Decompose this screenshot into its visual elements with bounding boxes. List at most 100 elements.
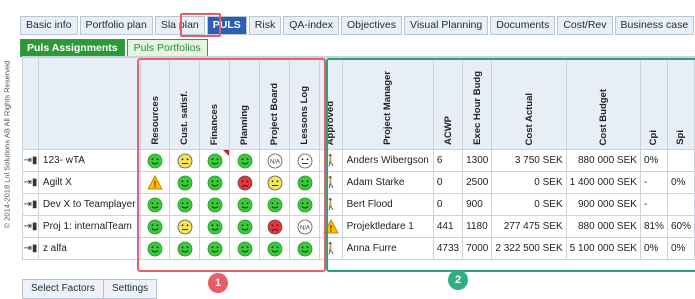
happy-face-icon[interactable] — [297, 197, 313, 212]
factor-cell-finances[interactable] — [199, 171, 231, 194]
happy-face-icon[interactable] — [237, 241, 253, 256]
happy-face-icon[interactable] — [207, 153, 223, 168]
not-applicable-icon[interactable]: N/A — [267, 153, 283, 168]
project-name[interactable]: Agilt X — [37, 171, 141, 194]
happy-face-icon[interactable] — [147, 219, 163, 234]
factor-cell-finances[interactable] — [199, 149, 231, 172]
factor-cell-project-board[interactable] — [259, 171, 291, 194]
open-project-icon[interactable]: ⇥▮ — [22, 193, 39, 216]
tab-objectives[interactable]: Objectives — [341, 16, 403, 35]
header-planning[interactable]: Planning — [229, 57, 261, 150]
factor-cell-resources[interactable]: ! — [139, 171, 171, 194]
factor-cell-lessons-log[interactable] — [289, 149, 321, 172]
factor-cell-resources[interactable] — [139, 149, 171, 172]
happy-face-icon[interactable] — [147, 153, 163, 168]
open-project-icon[interactable]: ⇥▮ — [22, 149, 39, 172]
factor-cell-planning[interactable] — [229, 237, 261, 260]
tab-business-case[interactable]: Business case — [614, 16, 695, 35]
header-lessons-log[interactable]: Lessons Log — [289, 57, 321, 150]
factor-cell-resources[interactable] — [139, 193, 171, 216]
tab-portfolio-plan[interactable]: Portfolio plan — [79, 16, 153, 35]
factor-cell-project-board[interactable] — [259, 237, 291, 260]
project-name[interactable]: 123- wTA — [37, 149, 141, 172]
happy-face-icon[interactable] — [237, 219, 253, 234]
factor-cell-lessons-log[interactable] — [289, 237, 321, 260]
header-finances[interactable]: Finances — [199, 57, 231, 150]
header-resources[interactable]: Resources — [139, 57, 171, 150]
happy-face-icon[interactable] — [177, 197, 193, 212]
factor-cell-planning[interactable] — [229, 193, 261, 216]
factor-cell-planning[interactable] — [229, 149, 261, 172]
factor-cell-lessons-log[interactable]: N/A — [289, 215, 321, 238]
factor-cell-cust-satisf[interactable] — [169, 215, 201, 238]
happy-face-icon[interactable] — [207, 241, 223, 256]
header-spi[interactable]: Spi — [666, 57, 695, 150]
table-row[interactable]: ⇥▮ Dev X to Teamplayer 🚶 Bert Flood 0 900 0 SE… — [22, 193, 695, 216]
happy-face-icon[interactable] — [207, 197, 223, 212]
happy-face-icon[interactable] — [267, 197, 283, 212]
factor-cell-finances[interactable] — [199, 193, 231, 216]
happy-face-icon[interactable] — [147, 241, 163, 256]
factor-cell-cust-satisf[interactable] — [169, 149, 201, 172]
factor-cell-lessons-log[interactable] — [289, 171, 321, 194]
happy-face-icon[interactable] — [177, 175, 193, 190]
header-acwp[interactable]: ACWP — [432, 57, 464, 150]
happy-face-icon[interactable] — [207, 219, 223, 234]
table-row[interactable]: ⇥▮ Proj 1: internalTeam N/A! Projektledare … — [22, 215, 695, 238]
factor-cell-finances[interactable] — [199, 215, 231, 238]
neutral-face-icon[interactable] — [177, 219, 193, 234]
project-name[interactable]: Dev X to Teamplayer — [37, 193, 141, 216]
open-project-icon[interactable]: ⇥▮ — [22, 237, 39, 260]
blank-face-icon[interactable] — [297, 153, 313, 168]
settings-button[interactable]: Settings — [103, 279, 158, 299]
header-cost-budget[interactable]: Cost Budget — [565, 57, 641, 150]
happy-face-icon[interactable] — [207, 175, 223, 190]
factor-cell-finances[interactable] — [199, 237, 231, 260]
factor-cell-resources[interactable] — [139, 237, 171, 260]
factor-cell-cust-satisf[interactable] — [169, 171, 201, 194]
neutral-face-icon[interactable] — [267, 175, 283, 190]
select-factors-button[interactable]: Select Factors — [22, 279, 104, 299]
header-exec-hour-budg[interactable]: Exec Hour Budg — [462, 57, 493, 150]
table-row[interactable]: ⇥▮ 123- wTA N/A 🚶 Anders Wibergson 6 1300 3 750… — [22, 149, 695, 172]
header-cpi[interactable]: Cpi — [639, 57, 668, 150]
tab-visual-planning[interactable]: Visual Planning — [404, 16, 489, 35]
factor-cell-project-board[interactable]: N/A — [259, 149, 291, 172]
happy-face-icon[interactable] — [267, 241, 283, 256]
factor-cell-cust-satisf[interactable] — [169, 193, 201, 216]
factor-cell-lessons-log[interactable] — [289, 193, 321, 216]
factor-cell-planning[interactable] — [229, 171, 261, 194]
project-name[interactable]: z alfa — [37, 237, 141, 260]
tab-qa-index[interactable]: QA-index — [283, 16, 339, 35]
factor-cell-project-board[interactable] — [259, 215, 291, 238]
open-project-icon[interactable]: ⇥▮ — [22, 215, 39, 238]
neutral-face-icon[interactable] — [177, 153, 193, 168]
tab-documents[interactable]: Documents — [490, 16, 556, 35]
factor-cell-project-board[interactable] — [259, 193, 291, 216]
factor-cell-cust-satisf[interactable] — [169, 237, 201, 260]
factor-cell-resources[interactable] — [139, 215, 171, 238]
happy-face-icon[interactable] — [147, 197, 163, 212]
project-name[interactable]: Proj 1: internalTeam — [37, 215, 141, 238]
subtab-puls-portfolios[interactable]: Puls Portfolios — [126, 39, 208, 57]
warning-icon[interactable]: ! — [147, 174, 163, 189]
happy-face-icon[interactable] — [237, 197, 253, 212]
table-row[interactable]: ⇥▮ z alfa 🚶 Anna Furre 4733 7000 2 322 500 SEK… — [22, 237, 695, 260]
factor-cell-planning[interactable] — [229, 215, 261, 238]
tab-risk[interactable]: Risk — [248, 16, 282, 35]
subtab-puls-assignments[interactable]: Puls Assignments — [20, 39, 125, 57]
happy-face-icon[interactable] — [177, 241, 193, 256]
table-row[interactable]: ⇥▮ Agilt X! 🚶 Adam Starke 0 2500 0 SEK 1 400 00… — [22, 171, 695, 194]
header-cost-actual[interactable]: Cost Actual — [491, 57, 567, 150]
happy-face-icon[interactable] — [237, 153, 253, 168]
sad-face-icon[interactable] — [267, 219, 283, 234]
sad-face-icon[interactable] — [237, 175, 253, 190]
header-project-board[interactable]: Project Board — [259, 57, 291, 150]
header-cust-satisf[interactable]: Cust. satisf. — [169, 57, 201, 150]
tab-cost-rev[interactable]: Cost/Rev — [557, 16, 613, 35]
not-applicable-icon[interactable]: N/A — [297, 219, 313, 234]
header-approved[interactable]: Approved — [319, 57, 343, 150]
open-project-icon[interactable]: ⇥▮ — [22, 171, 39, 194]
header-project-manager[interactable]: Project Manager — [341, 57, 434, 150]
happy-face-icon[interactable] — [297, 175, 313, 190]
